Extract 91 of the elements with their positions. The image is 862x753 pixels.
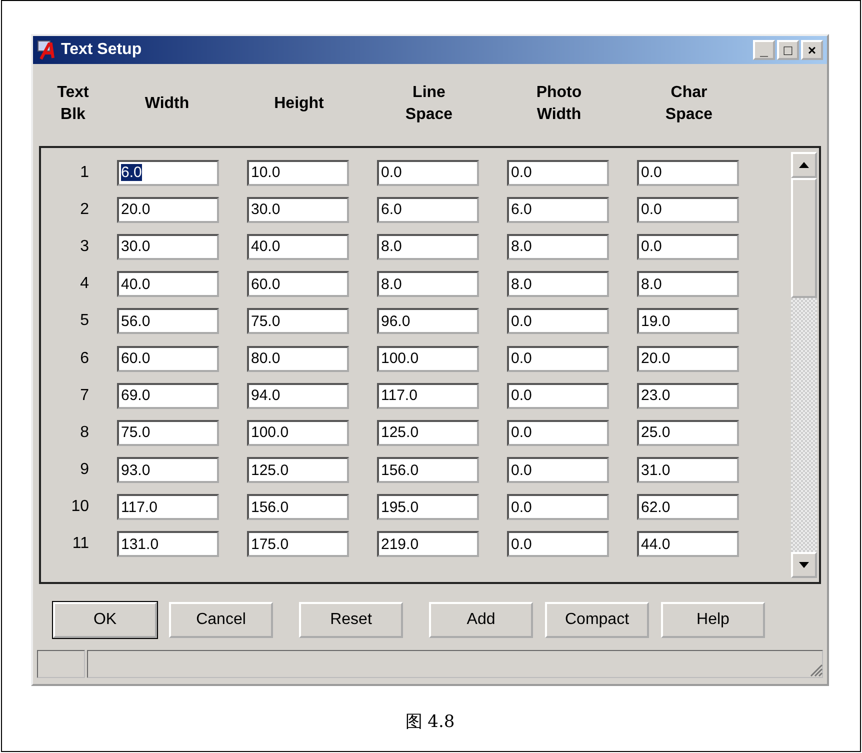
input-field[interactable]: 44.0	[637, 531, 739, 558]
input-field[interactable]: 60.0	[247, 271, 349, 298]
input-field[interactable]: 219.0	[377, 531, 479, 558]
input-field[interactable]: 8.0	[507, 271, 609, 298]
input-field[interactable]: 6.0	[117, 160, 219, 186]
input-field[interactable]: 0.0	[507, 346, 609, 372]
input-field[interactable]: 125.0	[377, 420, 479, 446]
column-header: Width	[144, 94, 190, 114]
input-field[interactable]: 25.0	[637, 420, 739, 446]
down-arrow-icon	[799, 562, 809, 568]
input-field[interactable]: 0.0	[637, 160, 739, 186]
input-field[interactable]: 10.0	[247, 160, 349, 186]
input-field[interactable]: 62.0	[637, 494, 739, 520]
dialog-button[interactable]: Help	[661, 602, 765, 638]
input-field[interactable]: 75.0	[117, 420, 219, 446]
input-field[interactable]: 100.0	[247, 420, 349, 446]
row-number: 11	[71, 535, 89, 554]
input-field[interactable]: 100.0	[377, 346, 479, 372]
row-number: 8	[79, 424, 89, 442]
scroll-down-button[interactable]	[791, 552, 817, 578]
input-field[interactable]: 80.0	[247, 346, 349, 372]
input-field[interactable]: 60.0	[117, 346, 219, 372]
maximize-button[interactable]: □	[777, 40, 799, 60]
input-field[interactable]: 31.0	[637, 457, 739, 484]
column-header: Height	[273, 94, 325, 114]
input-field[interactable]: 20.0	[117, 196, 219, 223]
input-field[interactable]: 8.0	[377, 234, 479, 260]
row-number: 2	[79, 200, 89, 219]
dialog-button[interactable]: Add	[429, 602, 533, 638]
input-field[interactable]: 69.0	[117, 382, 219, 409]
resize-grip-icon[interactable]	[809, 663, 823, 677]
input-field[interactable]: 0.0	[507, 457, 609, 484]
row-number: 3	[79, 238, 89, 256]
input-field[interactable]: 117.0	[377, 382, 479, 409]
input-field[interactable]: 19.0	[637, 308, 739, 334]
input-field[interactable]: 131.0	[117, 531, 219, 558]
row-number: 5	[79, 312, 89, 330]
column-header: Photo Width	[535, 83, 583, 125]
input-field[interactable]: 94.0	[247, 382, 349, 409]
input-field[interactable]: 0.0	[507, 531, 609, 558]
input-field[interactable]: 156.0	[247, 494, 349, 520]
input-field[interactable]: 56.0	[117, 308, 219, 334]
input-field[interactable]: 0.0	[507, 160, 609, 186]
input-field[interactable]: 125.0	[247, 457, 349, 484]
row-number: 10	[70, 498, 89, 516]
input-field[interactable]: 6.0	[377, 196, 479, 223]
input-field[interactable]: 0.0	[507, 420, 609, 446]
close-button[interactable]: ×	[801, 40, 823, 60]
row-number: 7	[79, 386, 89, 405]
scroll-up-button[interactable]	[791, 152, 817, 178]
status-pane	[37, 650, 85, 678]
input-field[interactable]: 0.0	[637, 196, 739, 223]
input-field[interactable]: 117.0	[117, 494, 219, 520]
input-field[interactable]: 8.0	[507, 234, 609, 260]
input-field[interactable]: 8.0	[637, 271, 739, 298]
input-field[interactable]: 0.0	[637, 234, 739, 260]
up-arrow-icon	[799, 162, 809, 168]
input-field[interactable]: 20.0	[637, 346, 739, 372]
dialog-button[interactable]: Reset	[299, 602, 403, 638]
row-number: 4	[79, 275, 89, 294]
minimize-button[interactable]: _	[753, 40, 775, 60]
input-field[interactable]: 0.0	[507, 382, 609, 409]
input-field[interactable]: 40.0	[117, 271, 219, 298]
input-field[interactable]: 0.0	[507, 494, 609, 520]
row-number: 6	[79, 350, 89, 368]
input-field[interactable]: 6.0	[507, 196, 609, 223]
input-field[interactable]: 195.0	[377, 494, 479, 520]
input-field[interactable]: 0.0	[507, 308, 609, 334]
input-field[interactable]: 175.0	[247, 531, 349, 558]
figure-caption: 图 4.8	[404, 711, 456, 733]
input-field[interactable]: 93.0	[117, 457, 219, 484]
input-field[interactable]: 156.0	[377, 457, 479, 484]
column-header: Char Space	[664, 83, 714, 125]
input-field[interactable]: 0.0	[377, 160, 479, 186]
column-header: Text Blk	[56, 83, 90, 125]
input-field[interactable]: 75.0	[247, 308, 349, 334]
input-field[interactable]: 96.0	[377, 308, 479, 334]
row-number: 9	[79, 461, 89, 480]
dialog-button[interactable]: Cancel	[169, 602, 273, 638]
input-field[interactable]: 40.0	[247, 234, 349, 260]
input-field[interactable]: 30.0	[117, 234, 219, 260]
input-field[interactable]: 23.0	[637, 382, 739, 409]
scroll-thumb[interactable]	[791, 178, 817, 298]
input-field[interactable]: 30.0	[247, 196, 349, 223]
app-icon	[37, 40, 57, 60]
input-field[interactable]: 8.0	[377, 271, 479, 298]
window-title: Text Setup	[61, 41, 143, 59]
column-header: Line Space	[404, 83, 454, 125]
dialog-button[interactable]: OK	[53, 602, 157, 638]
row-number: 1	[79, 164, 89, 182]
dialog-button[interactable]: Compact	[545, 602, 649, 638]
